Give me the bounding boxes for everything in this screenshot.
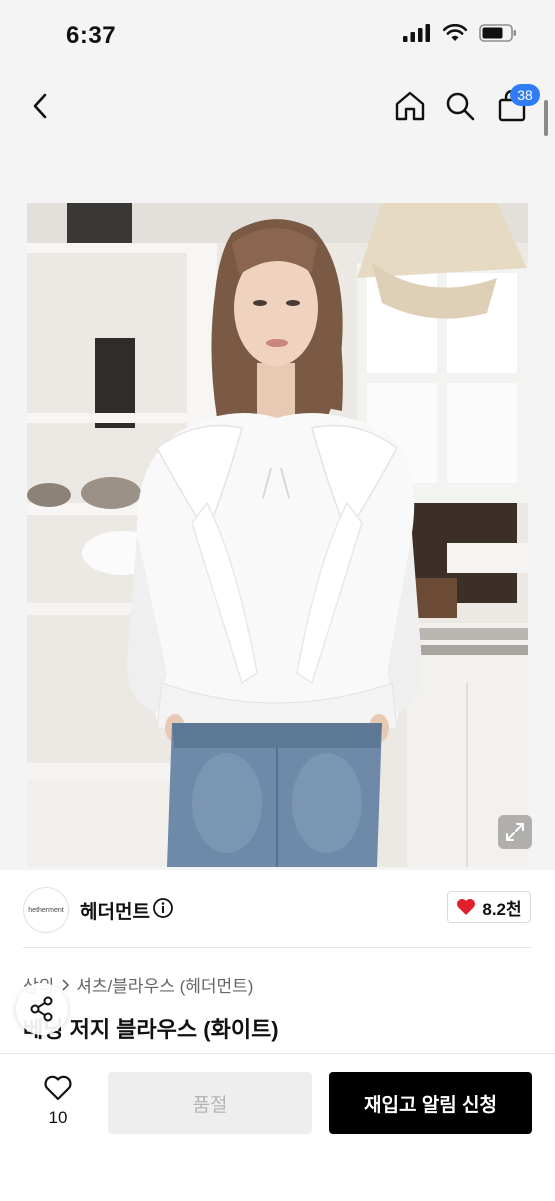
expand-image-button[interactable] [498,815,532,849]
soldout-button: 품절 [108,1072,312,1134]
status-icons [403,24,517,42]
brand-like-button[interactable]: 8.2천 [447,891,531,923]
brand-like-count: 8.2천 [482,899,522,919]
wishlist-button[interactable] [38,1074,78,1107]
restock-notify-button[interactable]: 재입고 알림 신청 [329,1072,532,1134]
scroll-indicator [544,100,548,136]
brand-logo[interactable]: hetherment [23,887,69,933]
battery-icon [479,24,516,42]
status-time: 6:37 [66,22,117,49]
cellular-signal-icon [403,24,430,42]
product-image[interactable] [27,203,528,867]
heart-outline-icon [44,1075,72,1101]
home-icon [395,91,425,121]
expand-icon [506,823,524,841]
wifi-icon [443,24,467,41]
share-button[interactable] [16,983,68,1035]
back-button[interactable] [18,84,62,128]
chevron-left-icon [33,93,47,119]
product-photo [27,203,528,867]
info-icon[interactable] [152,897,174,919]
search-button[interactable] [438,84,482,128]
search-icon [446,92,475,121]
home-button[interactable] [388,84,432,128]
share-icon [30,996,53,1022]
wishlist-count: 10 [48,1108,68,1127]
brand-name[interactable]: 헤더먼트 [80,897,150,924]
divider [23,947,531,948]
status-bar: 6:37 [0,0,555,70]
breadcrumb-item-category[interactable]: 셔츠/블라우스 (헤더먼트) [76,972,253,997]
cart-count-badge: 38 [510,84,540,106]
nav-bar [0,70,555,170]
heart-filled-icon [457,899,476,915]
chevron-right-icon [62,978,70,991]
brand-logo-text: hetherment [28,906,64,914]
